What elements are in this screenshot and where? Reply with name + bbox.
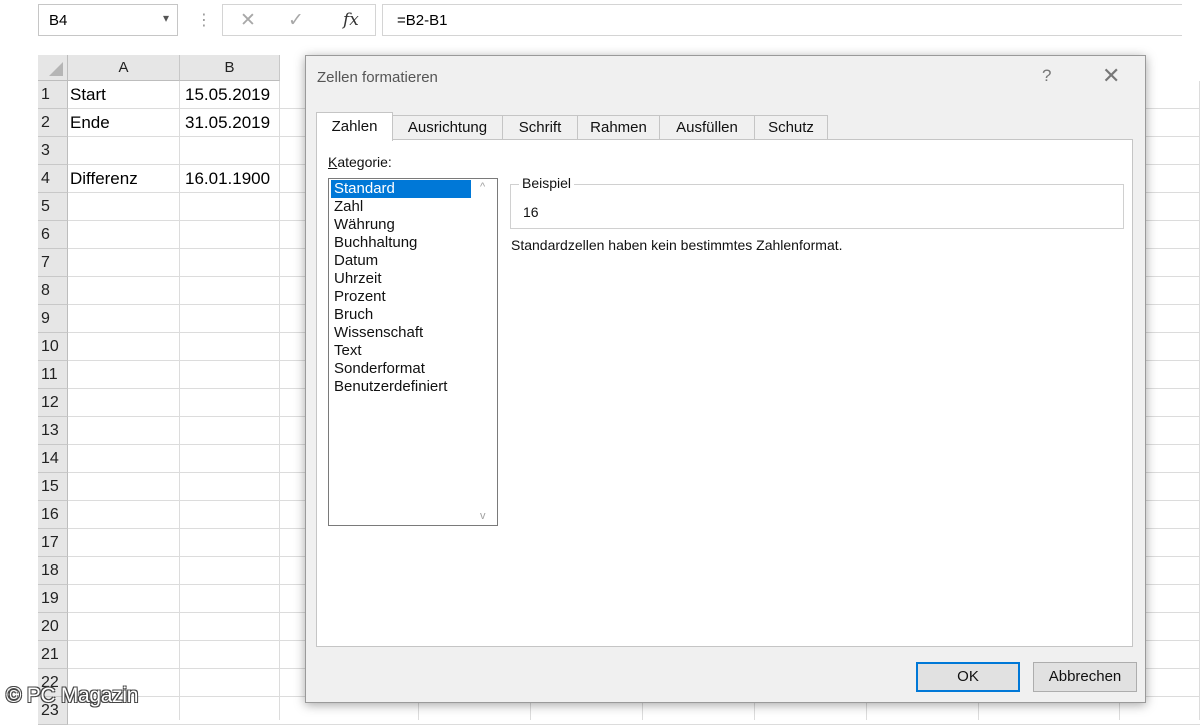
row-header[interactable]: 11 <box>38 361 68 389</box>
formula-buttons: ✕ ✓ fx <box>222 4 376 36</box>
cell-b4[interactable]: 16.01.1900 <box>183 165 281 193</box>
row-header[interactable]: 13 <box>38 417 68 445</box>
formula-input[interactable]: =B2-B1 <box>382 4 1182 36</box>
category-item[interactable]: Text <box>331 342 471 360</box>
insert-function-icon[interactable]: fx <box>343 10 359 30</box>
column-header-a[interactable]: A <box>68 55 180 81</box>
category-item[interactable]: Sonderformat <box>331 360 471 378</box>
category-item[interactable]: Uhrzeit <box>331 270 471 288</box>
row-header[interactable]: 5 <box>38 193 68 221</box>
watermark: © PC Magazin <box>6 684 139 707</box>
row-header[interactable]: 6 <box>38 221 68 249</box>
row-header[interactable]: 20 <box>38 613 68 641</box>
sample-group: Beispiel 16 <box>510 175 1124 229</box>
row-header[interactable]: 16 <box>38 501 68 529</box>
scroll-up-icon[interactable]: ^ <box>480 181 485 193</box>
cancel-button[interactable]: Abbrechen <box>1033 662 1137 692</box>
row-header[interactable]: 17 <box>38 529 68 557</box>
check-icon[interactable]: ✓ <box>288 9 304 32</box>
scroll-down-icon[interactable]: v <box>480 510 486 522</box>
chevron-down-icon[interactable]: ▾ <box>163 11 169 25</box>
category-item[interactable]: Zahl <box>331 198 471 216</box>
row-header[interactable]: 1 <box>38 81 68 109</box>
format-description: Standardzellen haben kein bestimmtes Zah… <box>511 237 843 253</box>
name-box[interactable]: B4 ▾ <box>38 4 178 36</box>
row-header[interactable]: 4 <box>38 165 68 193</box>
close-icon[interactable]: ✕ <box>1102 63 1120 89</box>
row-header[interactable]: 21 <box>38 641 68 669</box>
category-item[interactable]: Prozent <box>331 288 471 306</box>
cell-a1[interactable]: Start <box>68 81 178 109</box>
row-header[interactable]: 12 <box>38 389 68 417</box>
tab-zahlen[interactable]: Zahlen <box>316 112 393 141</box>
tab-panel-zahlen: Kategorie: Standard Zahl Währung Buchhaltun… <box>316 139 1133 647</box>
category-scrollbar[interactable]: ^ v <box>475 179 497 525</box>
tab-schutz[interactable]: Schutz <box>754 115 828 140</box>
dialog-title: Zellen formatieren <box>317 69 438 86</box>
format-cells-dialog: Zellen formatieren ? ✕ Zahlen Ausrichtun… <box>305 55 1146 703</box>
category-item[interactable]: Benutzerdefiniert <box>331 378 471 396</box>
select-all-corner[interactable] <box>38 55 68 81</box>
cell-b1[interactable]: 15.05.2019 <box>183 81 281 109</box>
row-header[interactable]: 18 <box>38 557 68 585</box>
ok-button[interactable]: OK <box>916 662 1020 692</box>
cell-a4[interactable]: Differenz <box>68 165 178 193</box>
row-header[interactable]: 8 <box>38 277 68 305</box>
sample-value: 16 <box>523 204 539 220</box>
row-header[interactable]: 19 <box>38 585 68 613</box>
cancel-icon[interactable]: ✕ <box>240 9 256 32</box>
category-item[interactable]: Wissenschaft <box>331 324 471 342</box>
sample-label: Beispiel <box>519 175 575 191</box>
category-item[interactable]: Währung <box>331 216 471 234</box>
row-header[interactable]: 10 <box>38 333 68 361</box>
formula-bar: B4 ▾ ⋮ ✕ ✓ fx =B2-B1 <box>0 0 1200 44</box>
category-item[interactable]: Standard <box>331 180 471 198</box>
row-header[interactable]: 15 <box>38 473 68 501</box>
help-icon[interactable]: ? <box>1042 66 1051 86</box>
cell-a2[interactable]: Ende <box>68 109 178 137</box>
row-header[interactable]: 9 <box>38 305 68 333</box>
category-listbox[interactable]: Standard Zahl Währung Buchhaltung Datum Uhrze… <box>328 178 498 526</box>
formula-text: =B2-B1 <box>397 12 448 29</box>
category-item[interactable]: Datum <box>331 252 471 270</box>
tab-schrift[interactable]: Schrift <box>502 115 578 140</box>
cell-b2[interactable]: 31.05.2019 <box>183 109 281 137</box>
name-box-value: B4 <box>49 12 68 29</box>
category-item[interactable]: Buchhaltung <box>331 234 471 252</box>
row-header[interactable]: 3 <box>38 137 68 165</box>
row-header[interactable]: 7 <box>38 249 68 277</box>
tab-rahmen[interactable]: Rahmen <box>577 115 660 140</box>
tab-ausfuellen[interactable]: Ausfüllen <box>659 115 755 140</box>
row-header[interactable]: 2 <box>38 109 68 137</box>
category-item[interactable]: Bruch <box>331 306 471 324</box>
drag-handle-icon[interactable]: ⋮ <box>196 10 212 30</box>
column-header-b[interactable]: B <box>180 55 280 81</box>
tab-ausrichtung[interactable]: Ausrichtung <box>392 115 503 140</box>
row-header[interactable]: 14 <box>38 445 68 473</box>
category-label: Kategorie: <box>328 154 392 170</box>
